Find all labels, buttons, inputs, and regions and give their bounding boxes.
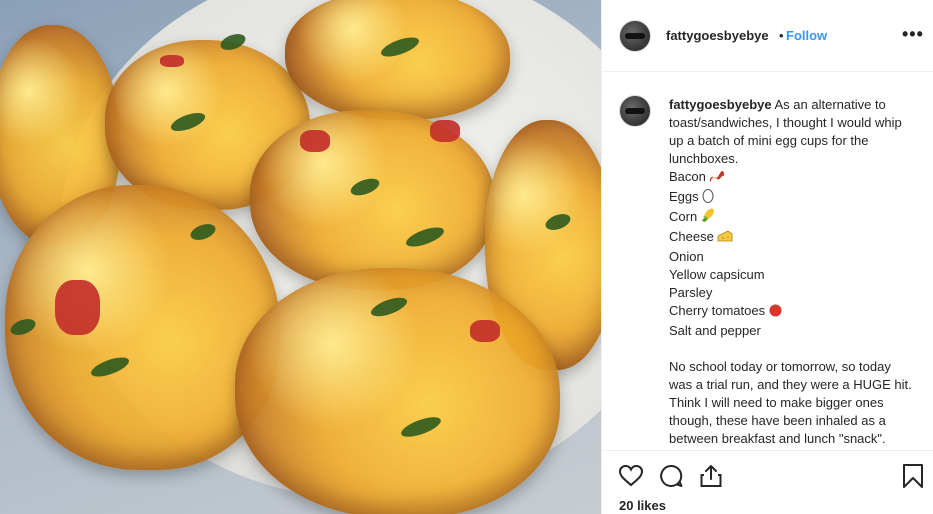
cheese-icon: [717, 229, 733, 248]
comment-icon[interactable]: [658, 463, 684, 489]
tomato: [160, 55, 184, 67]
bookmark-icon[interactable]: [900, 463, 926, 489]
corn-icon: [700, 208, 716, 228]
share-icon[interactable]: [698, 463, 724, 489]
ingredient-item: Yellow capsicum: [669, 267, 765, 282]
tomato: [300, 130, 330, 152]
tomato: [55, 280, 100, 335]
egg-cup: [285, 0, 510, 120]
post-sidebar: fattygoesbyebye • Follow ••• fattygoesby…: [601, 0, 933, 514]
tomato: [430, 120, 460, 142]
ingredient-item: Bacon: [669, 168, 914, 188]
ingredient-item: Salt and pepper: [669, 323, 761, 338]
heart-icon[interactable]: [618, 463, 644, 489]
ingredient-item: Onion: [669, 249, 704, 264]
ingredient-item: Corn: [669, 208, 914, 228]
bacon-icon: [709, 169, 725, 188]
egg-icon: [702, 188, 714, 208]
ingredient-item: Eggs: [669, 188, 914, 208]
tomato-icon: [768, 302, 783, 322]
username-link[interactable]: fattygoesbyebye: [666, 28, 769, 43]
caption: fattygoesbyebye As an alternative to toa…: [669, 96, 914, 448]
follow-button[interactable]: Follow: [786, 28, 827, 43]
caption-username-link[interactable]: fattygoesbyebye: [669, 97, 772, 112]
post-header: fattygoesbyebye • Follow •••: [602, 0, 933, 72]
caption-body: No school today or tomorrow, so today wa…: [669, 359, 912, 446]
likes-count[interactable]: 20 likes: [619, 498, 666, 513]
tomato: [470, 320, 500, 342]
avatar[interactable]: [619, 20, 651, 52]
ingredient-item: Parsley: [669, 285, 713, 300]
ingredient-item: Cherry tomatoes: [669, 302, 914, 322]
post-photo[interactable]: [0, 0, 601, 514]
action-bar: 20 likes: [602, 450, 933, 514]
avatar[interactable]: [619, 95, 651, 127]
separator-dot: •: [779, 28, 784, 43]
more-options-icon[interactable]: •••: [902, 24, 924, 45]
ingredient-item: Cheese: [669, 228, 914, 248]
comments-section[interactable]: fattygoesbyebye As an alternative to toa…: [602, 73, 933, 450]
